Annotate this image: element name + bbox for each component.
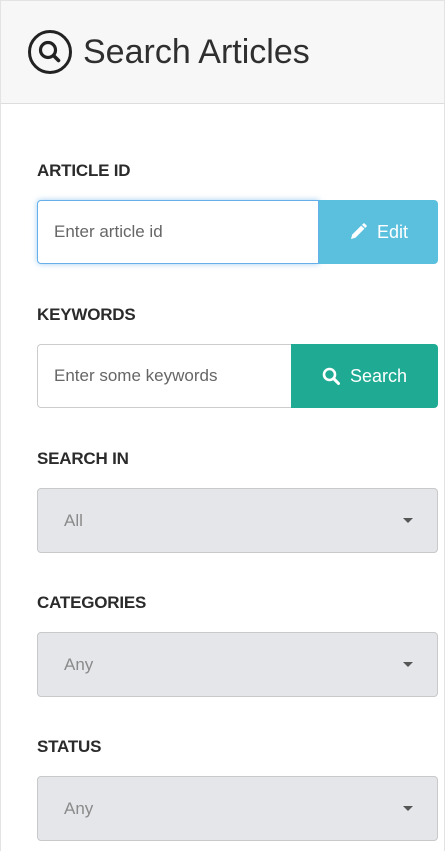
categories-select[interactable]: Any bbox=[37, 632, 438, 697]
search-articles-panel: Search Articles ARTICLE ID Edit KEYWORDS… bbox=[0, 0, 445, 851]
chevron-down-icon bbox=[403, 518, 413, 523]
search-icon bbox=[322, 367, 340, 385]
keywords-input[interactable] bbox=[37, 344, 291, 408]
search-in-select[interactable]: All bbox=[37, 488, 438, 553]
status-label: STATUS bbox=[37, 737, 102, 756]
keywords-group: Search bbox=[37, 344, 438, 408]
pencil-icon bbox=[350, 223, 367, 239]
edit-button[interactable]: Edit bbox=[319, 200, 438, 264]
article-id-label: ARTICLE ID bbox=[37, 161, 131, 180]
chevron-down-icon bbox=[403, 662, 413, 667]
keywords-label: KEYWORDS bbox=[37, 305, 136, 324]
article-id-input[interactable] bbox=[37, 200, 319, 264]
categories-value: Any bbox=[64, 655, 94, 674]
status-value: Any bbox=[64, 799, 94, 818]
search-button-label: Search bbox=[349, 365, 408, 386]
search-in-label: SEARCH IN bbox=[37, 449, 129, 468]
page-title: Search Articles bbox=[83, 33, 310, 71]
chevron-down-icon bbox=[403, 806, 413, 811]
panel-header: Search Articles bbox=[1, 0, 444, 104]
categories-label: CATEGORIES bbox=[37, 593, 147, 612]
article-id-group: Edit bbox=[37, 200, 438, 264]
search-in-value: All bbox=[64, 511, 83, 530]
search-circle-icon bbox=[28, 30, 72, 74]
edit-button-label: Edit bbox=[376, 221, 409, 242]
search-button[interactable]: Search bbox=[291, 344, 438, 408]
status-select[interactable]: Any bbox=[37, 776, 438, 841]
